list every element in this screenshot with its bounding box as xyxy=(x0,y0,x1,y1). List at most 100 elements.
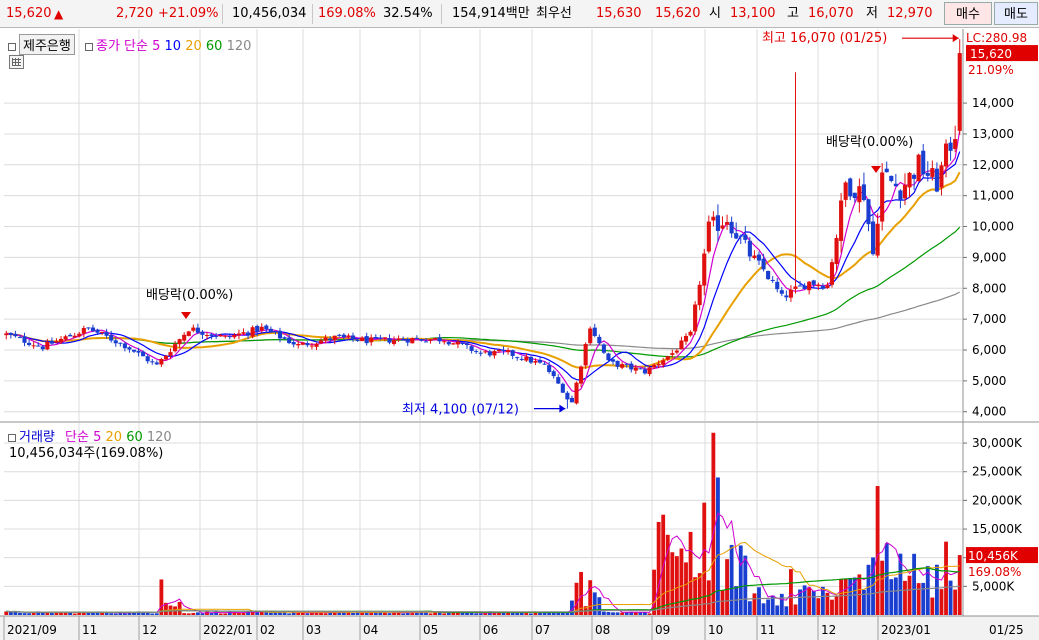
sell-button[interactable]: 매도 xyxy=(994,2,1038,25)
candle-body xyxy=(451,343,456,345)
volume-bar xyxy=(392,612,396,615)
volume-bar xyxy=(383,612,387,615)
candle-body xyxy=(474,351,479,353)
candle-body xyxy=(688,331,693,336)
candle-body xyxy=(515,357,520,359)
price-tick-label: 10,000 xyxy=(972,220,1014,234)
candle-body xyxy=(528,356,533,363)
stock-name-tab[interactable]: 제주은행 xyxy=(19,34,75,55)
candle-body xyxy=(907,172,912,188)
candle-body xyxy=(291,342,296,345)
candle-body xyxy=(510,350,515,356)
candle-body xyxy=(747,240,752,257)
candle-body xyxy=(72,335,77,338)
candle-body xyxy=(606,353,611,361)
volume-bar xyxy=(916,583,921,615)
up-arrow-icon: ▲ xyxy=(54,7,64,21)
volume-bar xyxy=(18,612,22,615)
time-tick-label: 10 xyxy=(708,623,723,637)
candle-body xyxy=(163,355,169,360)
candle-body xyxy=(711,216,716,221)
candle-body xyxy=(647,367,652,375)
ma-period-5: 5 xyxy=(152,39,161,54)
candle-body xyxy=(382,337,387,339)
candle-body xyxy=(889,175,894,181)
divider xyxy=(312,4,313,24)
candle-body xyxy=(77,333,82,337)
volume-bar xyxy=(702,502,707,615)
volume-bar xyxy=(296,612,301,615)
ma-period-20: 20 xyxy=(185,39,202,54)
candle-body xyxy=(13,333,18,337)
candle-body xyxy=(300,342,305,345)
volume-tick-label: 25,000K xyxy=(972,465,1023,479)
candle-body xyxy=(519,358,524,360)
volume-bar xyxy=(880,560,885,615)
candle-body xyxy=(328,338,333,340)
candle-body xyxy=(638,368,643,370)
volume-bar xyxy=(410,613,415,615)
candle-body xyxy=(642,369,648,374)
price-tick-label: 7,000 xyxy=(972,312,1006,326)
volume-bar xyxy=(241,612,246,615)
candle-body xyxy=(770,279,775,282)
turnover-rate: 32.54% xyxy=(383,6,433,21)
volume-bar xyxy=(209,613,214,615)
volume-bar xyxy=(866,564,871,615)
candle-body xyxy=(756,254,762,261)
candle-body xyxy=(433,337,438,340)
candle-body xyxy=(387,338,392,343)
volume-bar xyxy=(182,613,187,615)
volume-bar xyxy=(474,613,479,615)
candle-body xyxy=(150,361,155,363)
candle-body xyxy=(925,172,930,176)
candle-body xyxy=(127,347,132,350)
volume-bar xyxy=(693,577,698,615)
candle-body xyxy=(296,343,301,346)
volume-bar xyxy=(647,613,652,615)
candle-body xyxy=(323,337,328,341)
candle-body xyxy=(893,183,898,187)
candle-body xyxy=(22,336,27,343)
candle-body xyxy=(752,255,757,259)
candle-body xyxy=(784,295,789,298)
candle-body xyxy=(346,335,351,337)
ma-label[interactable]: 종가 단순 xyxy=(96,39,148,54)
volume-bar xyxy=(775,605,780,615)
candle-body xyxy=(702,253,707,286)
candle-body xyxy=(401,339,406,341)
volume-bar xyxy=(360,612,365,615)
candle-body xyxy=(766,270,771,280)
last-pct-text: 21.09% xyxy=(968,63,1014,77)
volume-bar xyxy=(27,613,32,615)
candle-body xyxy=(697,284,702,306)
volume-bar xyxy=(839,579,844,615)
candle-body xyxy=(168,352,173,356)
candle-body xyxy=(957,53,962,131)
volume-bar xyxy=(351,612,355,615)
candle-body xyxy=(131,349,137,352)
volume-bar xyxy=(720,590,725,615)
candle-body xyxy=(734,233,739,239)
candle-body xyxy=(706,221,711,252)
volume-bar xyxy=(893,577,898,615)
today-volume-label: 10,456,034주(169.08%) xyxy=(9,446,164,461)
stock-chart[interactable]: 4,000 5,000 6,000 7,000 8,000 9,000 10,000 11,0… xyxy=(0,29,1039,640)
volume-bar xyxy=(912,553,917,615)
last-volume-text: 10,456K xyxy=(968,549,1019,563)
candle-body xyxy=(145,356,150,362)
candle-body xyxy=(141,351,146,357)
grid-table-icon[interactable] xyxy=(9,55,24,69)
volume-bar xyxy=(957,555,962,615)
buy-button[interactable]: 매수 xyxy=(944,2,992,25)
candle-body xyxy=(396,338,401,340)
candle-body xyxy=(95,329,100,333)
candle-body xyxy=(442,341,447,343)
volume-bar xyxy=(706,580,711,615)
divider xyxy=(441,4,442,24)
divider xyxy=(222,4,223,24)
candle-body xyxy=(204,335,210,337)
candle-body xyxy=(720,225,725,229)
candle-body xyxy=(565,392,570,400)
candle-body xyxy=(414,337,419,339)
